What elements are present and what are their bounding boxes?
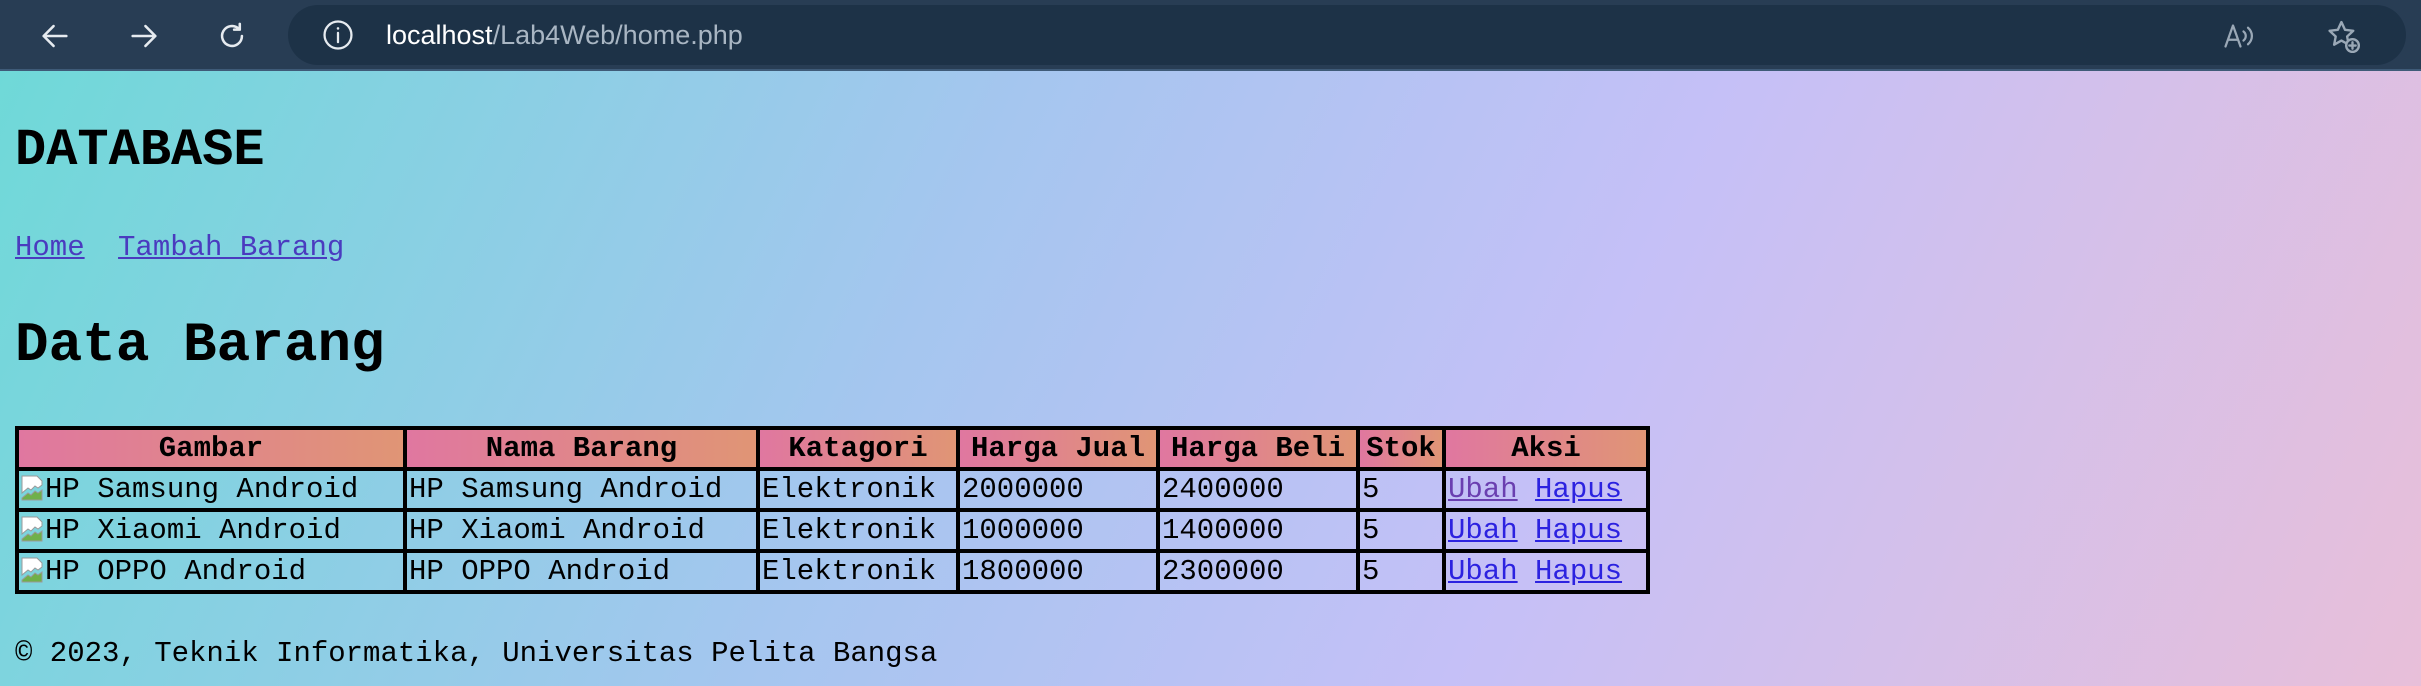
url-text[interactable]: localhost/Lab4Web/home.php xyxy=(386,18,743,52)
cell-kategori: Elektronik xyxy=(756,549,960,594)
image-alt-text: HP Samsung Android xyxy=(45,473,359,506)
cell-nama-barang: HP Xiaomi Android xyxy=(403,508,760,553)
cell-harga-beli: 1400000 xyxy=(1156,508,1360,553)
hapus-link[interactable]: Hapus xyxy=(1535,555,1622,588)
column-header-stok: Stok xyxy=(1356,426,1446,471)
cell-aksi: Ubah Hapus xyxy=(1442,508,1650,553)
cell-gambar: HP Xiaomi Android xyxy=(15,508,407,553)
cell-nama-barang: HP Samsung Android xyxy=(403,467,760,512)
ubah-link[interactable]: Ubah xyxy=(1448,514,1518,547)
section-title: Data Barang xyxy=(15,313,385,377)
image-alt-text: HP Xiaomi Android xyxy=(45,514,341,547)
cell-harga-beli: 2400000 xyxy=(1156,467,1360,512)
cell-harga-jual: 1800000 xyxy=(956,549,1160,594)
broken-image-icon xyxy=(21,516,45,542)
data-table: Gambar Nama Barang Katagori Harga Jual H… xyxy=(15,426,1650,594)
browser-toolbar: localhost/Lab4Web/home.php xyxy=(0,0,2421,71)
menu-link-home[interactable]: Home xyxy=(15,231,85,264)
cell-harga-jual: 1000000 xyxy=(956,508,1160,553)
table-row: HP Samsung Android HP Samsung Android El… xyxy=(15,467,1650,512)
add-favorite-icon[interactable] xyxy=(2324,17,2362,55)
column-header-katagori: Katagori xyxy=(756,426,960,471)
menu-link-tambah-barang[interactable]: Tambah Barang xyxy=(118,231,344,264)
footer-text: © 2023, Teknik Informatika, Universitas … xyxy=(15,637,938,670)
hapus-link[interactable]: Hapus xyxy=(1535,514,1622,547)
ubah-link[interactable]: Ubah xyxy=(1448,473,1518,506)
column-header-aksi: Aksi xyxy=(1442,426,1650,471)
arrow-left-icon xyxy=(42,24,68,48)
table-row: HP Xiaomi Android HP Xiaomi Android Elek… xyxy=(15,508,1650,553)
read-aloud-icon[interactable] xyxy=(2221,18,2257,54)
cell-stok: 5 xyxy=(1356,549,1446,594)
cell-gambar: HP OPPO Android xyxy=(15,549,407,594)
column-header-harga-jual: Harga Jual xyxy=(956,426,1160,471)
arrow-right-icon xyxy=(131,24,157,48)
table-header-row: Gambar Nama Barang Katagori Harga Jual H… xyxy=(15,426,1650,471)
cell-gambar: HP Samsung Android xyxy=(15,467,407,512)
table-row: HP OPPO Android HP OPPO Android Elektron… xyxy=(15,549,1650,594)
forward-button[interactable] xyxy=(120,12,168,60)
url-host: localhost xyxy=(386,20,493,50)
column-header-gambar: Gambar xyxy=(15,426,407,471)
cell-aksi: Ubah Hapus xyxy=(1442,467,1650,512)
cell-nama-barang: HP OPPO Android xyxy=(403,549,760,594)
column-header-nama-barang: Nama Barang xyxy=(403,426,760,471)
cell-kategori: Elektronik xyxy=(756,467,960,512)
broken-image-icon xyxy=(21,557,45,583)
address-bar[interactable]: localhost/Lab4Web/home.php xyxy=(288,5,2406,65)
main-menu: Home Tambah Barang xyxy=(15,230,344,266)
cell-harga-jual: 2000000 xyxy=(956,467,1160,512)
hapus-link[interactable]: Hapus xyxy=(1535,473,1622,506)
page-body: DATABASE Home Tambah Barang Data Barang … xyxy=(0,71,2421,686)
cell-harga-beli: 2300000 xyxy=(1156,549,1360,594)
refresh-button[interactable] xyxy=(208,12,256,60)
image-alt-text: HP OPPO Android xyxy=(45,555,307,588)
page-title: DATABASE xyxy=(15,121,265,180)
info-icon[interactable] xyxy=(321,18,355,52)
column-header-harga-beli: Harga Beli xyxy=(1156,426,1360,471)
cell-aksi: Ubah Hapus xyxy=(1442,549,1650,594)
cell-kategori: Elektronik xyxy=(756,508,960,553)
back-button[interactable] xyxy=(31,12,79,60)
refresh-icon xyxy=(220,22,244,48)
ubah-link[interactable]: Ubah xyxy=(1448,555,1518,588)
cell-stok: 5 xyxy=(1356,467,1446,512)
broken-image-icon xyxy=(21,475,45,501)
url-path: /Lab4Web/home.php xyxy=(492,20,743,50)
cell-stok: 5 xyxy=(1356,508,1446,553)
